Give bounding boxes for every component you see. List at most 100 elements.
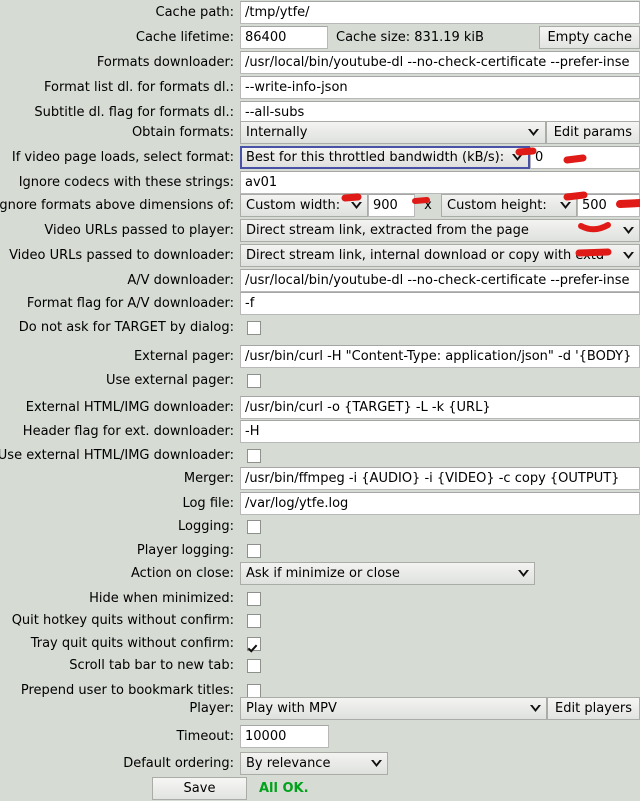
checkbox-box (247, 373, 261, 388)
label-obtain-formats: Obtain formats: (131, 125, 234, 140)
label-timeout: Timeout: (176, 729, 234, 744)
row-urls-downloader: Video URLs passed to downloader: Direct … (0, 243, 640, 268)
edit-params-button[interactable]: Edit params (545, 121, 640, 144)
checkbox-box (247, 320, 261, 335)
settings-form: Cache path: /tmp/ytfe/ Cache lifetime: 8… (0, 0, 640, 800)
label-av-downloader: A/V downloader: (127, 273, 234, 288)
chevron-down-icon (617, 220, 639, 241)
label-player: Player: (189, 701, 234, 716)
header-flag-input[interactable]: -H (240, 420, 640, 443)
custom-height-input[interactable]: 500 (577, 194, 640, 217)
urls-player-select[interactable]: Direct stream link, extracted from the p… (240, 219, 640, 242)
ignore-codecs-input[interactable]: av01 (240, 171, 640, 194)
formats-downloader-input[interactable]: /usr/local/bin/youtube-dl --no-check-cer… (240, 51, 640, 74)
row-logging: Logging: (0, 514, 640, 539)
row-cache-lifetime: Cache lifetime: 86400 Cache size: 831.19… (0, 25, 640, 50)
label-quit-hotkey: Quit hotkey quits without confirm: (11, 613, 234, 628)
row-default-ordering: Default ordering: By relevance (0, 751, 640, 776)
checkbox-box-checked (247, 636, 261, 651)
external-pager-input[interactable]: /usr/bin/curl -H "Content-Type: applicat… (240, 345, 640, 368)
label-use-external-pager: Use external pager: (105, 373, 234, 388)
player-select[interactable]: Play with MPV (240, 697, 548, 720)
checkbox-box (247, 613, 261, 628)
label-select-format: If video page loads, select format: (11, 150, 234, 165)
row-select-format: If video page loads, select format: Best… (0, 145, 640, 170)
label-action-on-close: Action on close: (130, 566, 234, 581)
label-urls-player: Video URLs passed to player: (44, 223, 234, 238)
timeout-input[interactable]: 10000 (240, 725, 329, 748)
default-ordering-value: By relevance (246, 756, 331, 771)
urls-player-value: Direct stream link, extracted from the p… (246, 223, 529, 238)
obtain-formats-select[interactable]: Internally (240, 121, 546, 144)
row-cache-path: Cache path: /tmp/ytfe/ (0, 0, 640, 25)
dimension-separator: x (424, 198, 432, 213)
merger-input[interactable]: /usr/bin/ffmpeg -i {AUDIO} -i {VIDEO} -c… (240, 467, 640, 490)
checkbox-box (247, 591, 261, 606)
row-quit-hotkey: Quit hotkey quits without confirm: (0, 608, 640, 633)
logging-checkbox[interactable] (240, 515, 261, 538)
chevron-down-icon (524, 698, 546, 719)
row-action-on-close: Action on close: Ask if minimize or clos… (0, 561, 640, 586)
save-button[interactable]: Save (152, 777, 247, 800)
label-format-list-dl: Format list dl. for formats dl.: (44, 80, 234, 95)
row-use-external-pager: Use external pager: (0, 368, 640, 393)
label-default-ordering: Default ordering: (123, 756, 234, 771)
label-player-logging: Player logging: (136, 543, 234, 558)
row-scroll-tab-bar: Scroll tab bar to new tab: (0, 653, 640, 678)
label-cache-lifetime: Cache lifetime: (135, 30, 234, 45)
no-target-dialog-checkbox[interactable] (240, 316, 261, 339)
label-cache-path: Cache path: (155, 5, 235, 20)
row-timeout: Timeout: 10000 (0, 724, 640, 749)
throttled-bandwidth-input[interactable]: 0 (530, 146, 640, 169)
chevron-down-icon (523, 122, 545, 143)
label-scroll-tab-bar: Scroll tab bar to new tab: (69, 658, 234, 673)
default-ordering-select[interactable]: By relevance (240, 752, 388, 775)
custom-width-input[interactable]: 900 (368, 194, 415, 217)
row-av-downloader: A/V downloader: /usr/local/bin/youtube-d… (0, 268, 640, 293)
av-format-flag-input[interactable]: -f (240, 292, 640, 315)
av-downloader-input[interactable]: /usr/local/bin/youtube-dl --no-check-cer… (240, 269, 640, 292)
format-list-dl-input[interactable]: --write-info-json (240, 76, 640, 99)
log-file-input[interactable]: /var/log/ytfe.log (240, 492, 640, 515)
row-external-pager: External pager: /usr/bin/curl -H "Conten… (0, 344, 640, 369)
custom-height-value: Custom height: (447, 198, 547, 213)
urls-downloader-select[interactable]: Direct stream link, internal download or… (240, 244, 640, 267)
select-format-value: Best for this throttled bandwidth (kB/s)… (246, 150, 505, 165)
use-external-pager-checkbox[interactable] (240, 369, 261, 392)
label-av-format-flag: Format flag for A/V downloader: (26, 296, 234, 311)
empty-cache-button[interactable]: Empty cache (539, 26, 640, 49)
cache-path-input[interactable]: /tmp/ytfe/ (240, 1, 640, 24)
chevron-down-icon (506, 148, 528, 167)
quit-hotkey-checkbox[interactable] (240, 609, 261, 632)
external-html-downloader-input[interactable]: /usr/bin/curl -o {TARGET} -L -k {URL} (240, 396, 640, 419)
label-logging: Logging: (178, 519, 234, 534)
label-hide-when-minimized: Hide when minimized: (89, 591, 234, 606)
label-log-file: Log file: (182, 496, 234, 511)
row-use-external-html-downloader: Use external HTML/IMG downloader: (0, 443, 640, 468)
label-no-target-dialog: Do not ask for TARGET by dialog: (18, 320, 234, 335)
custom-width-select[interactable]: Custom width: (240, 194, 368, 217)
label-tray-quit: Tray quit quits without confirm: (30, 636, 234, 651)
row-urls-player: Video URLs passed to player: Direct stre… (0, 218, 640, 243)
label-ignore-codecs: Ignore codecs with these strings: (18, 175, 234, 190)
hide-when-minimized-checkbox[interactable] (240, 587, 261, 610)
row-obtain-formats: Obtain formats: Internally Edit params (0, 120, 640, 145)
cache-lifetime-input[interactable]: 86400 (240, 26, 328, 49)
custom-width-value: Custom width: (246, 198, 341, 213)
player-logging-checkbox[interactable] (240, 539, 261, 562)
scroll-tab-bar-checkbox[interactable] (240, 654, 261, 677)
label-header-flag: Header flag for ext. downloader: (22, 424, 234, 439)
row-player-logging: Player logging: (0, 538, 640, 563)
select-format-select[interactable]: Best for this throttled bandwidth (kB/s)… (240, 146, 530, 169)
custom-height-select[interactable]: Custom height: (441, 194, 577, 217)
use-external-html-downloader-checkbox[interactable] (240, 444, 261, 467)
chevron-down-icon (512, 563, 534, 584)
edit-players-button[interactable]: Edit players (547, 697, 640, 720)
row-save: Save All OK. (0, 776, 640, 801)
action-on-close-select[interactable]: Ask if minimize or close (240, 562, 535, 585)
label-external-pager: External pager: (133, 349, 234, 364)
label-formats-downloader: Formats downloader: (96, 55, 234, 70)
row-merger: Merger: /usr/bin/ffmpeg -i {AUDIO} -i {V… (0, 466, 640, 491)
row-player: Player: Play with MPV Edit players (0, 696, 640, 721)
tray-quit-checkbox[interactable] (240, 632, 261, 655)
